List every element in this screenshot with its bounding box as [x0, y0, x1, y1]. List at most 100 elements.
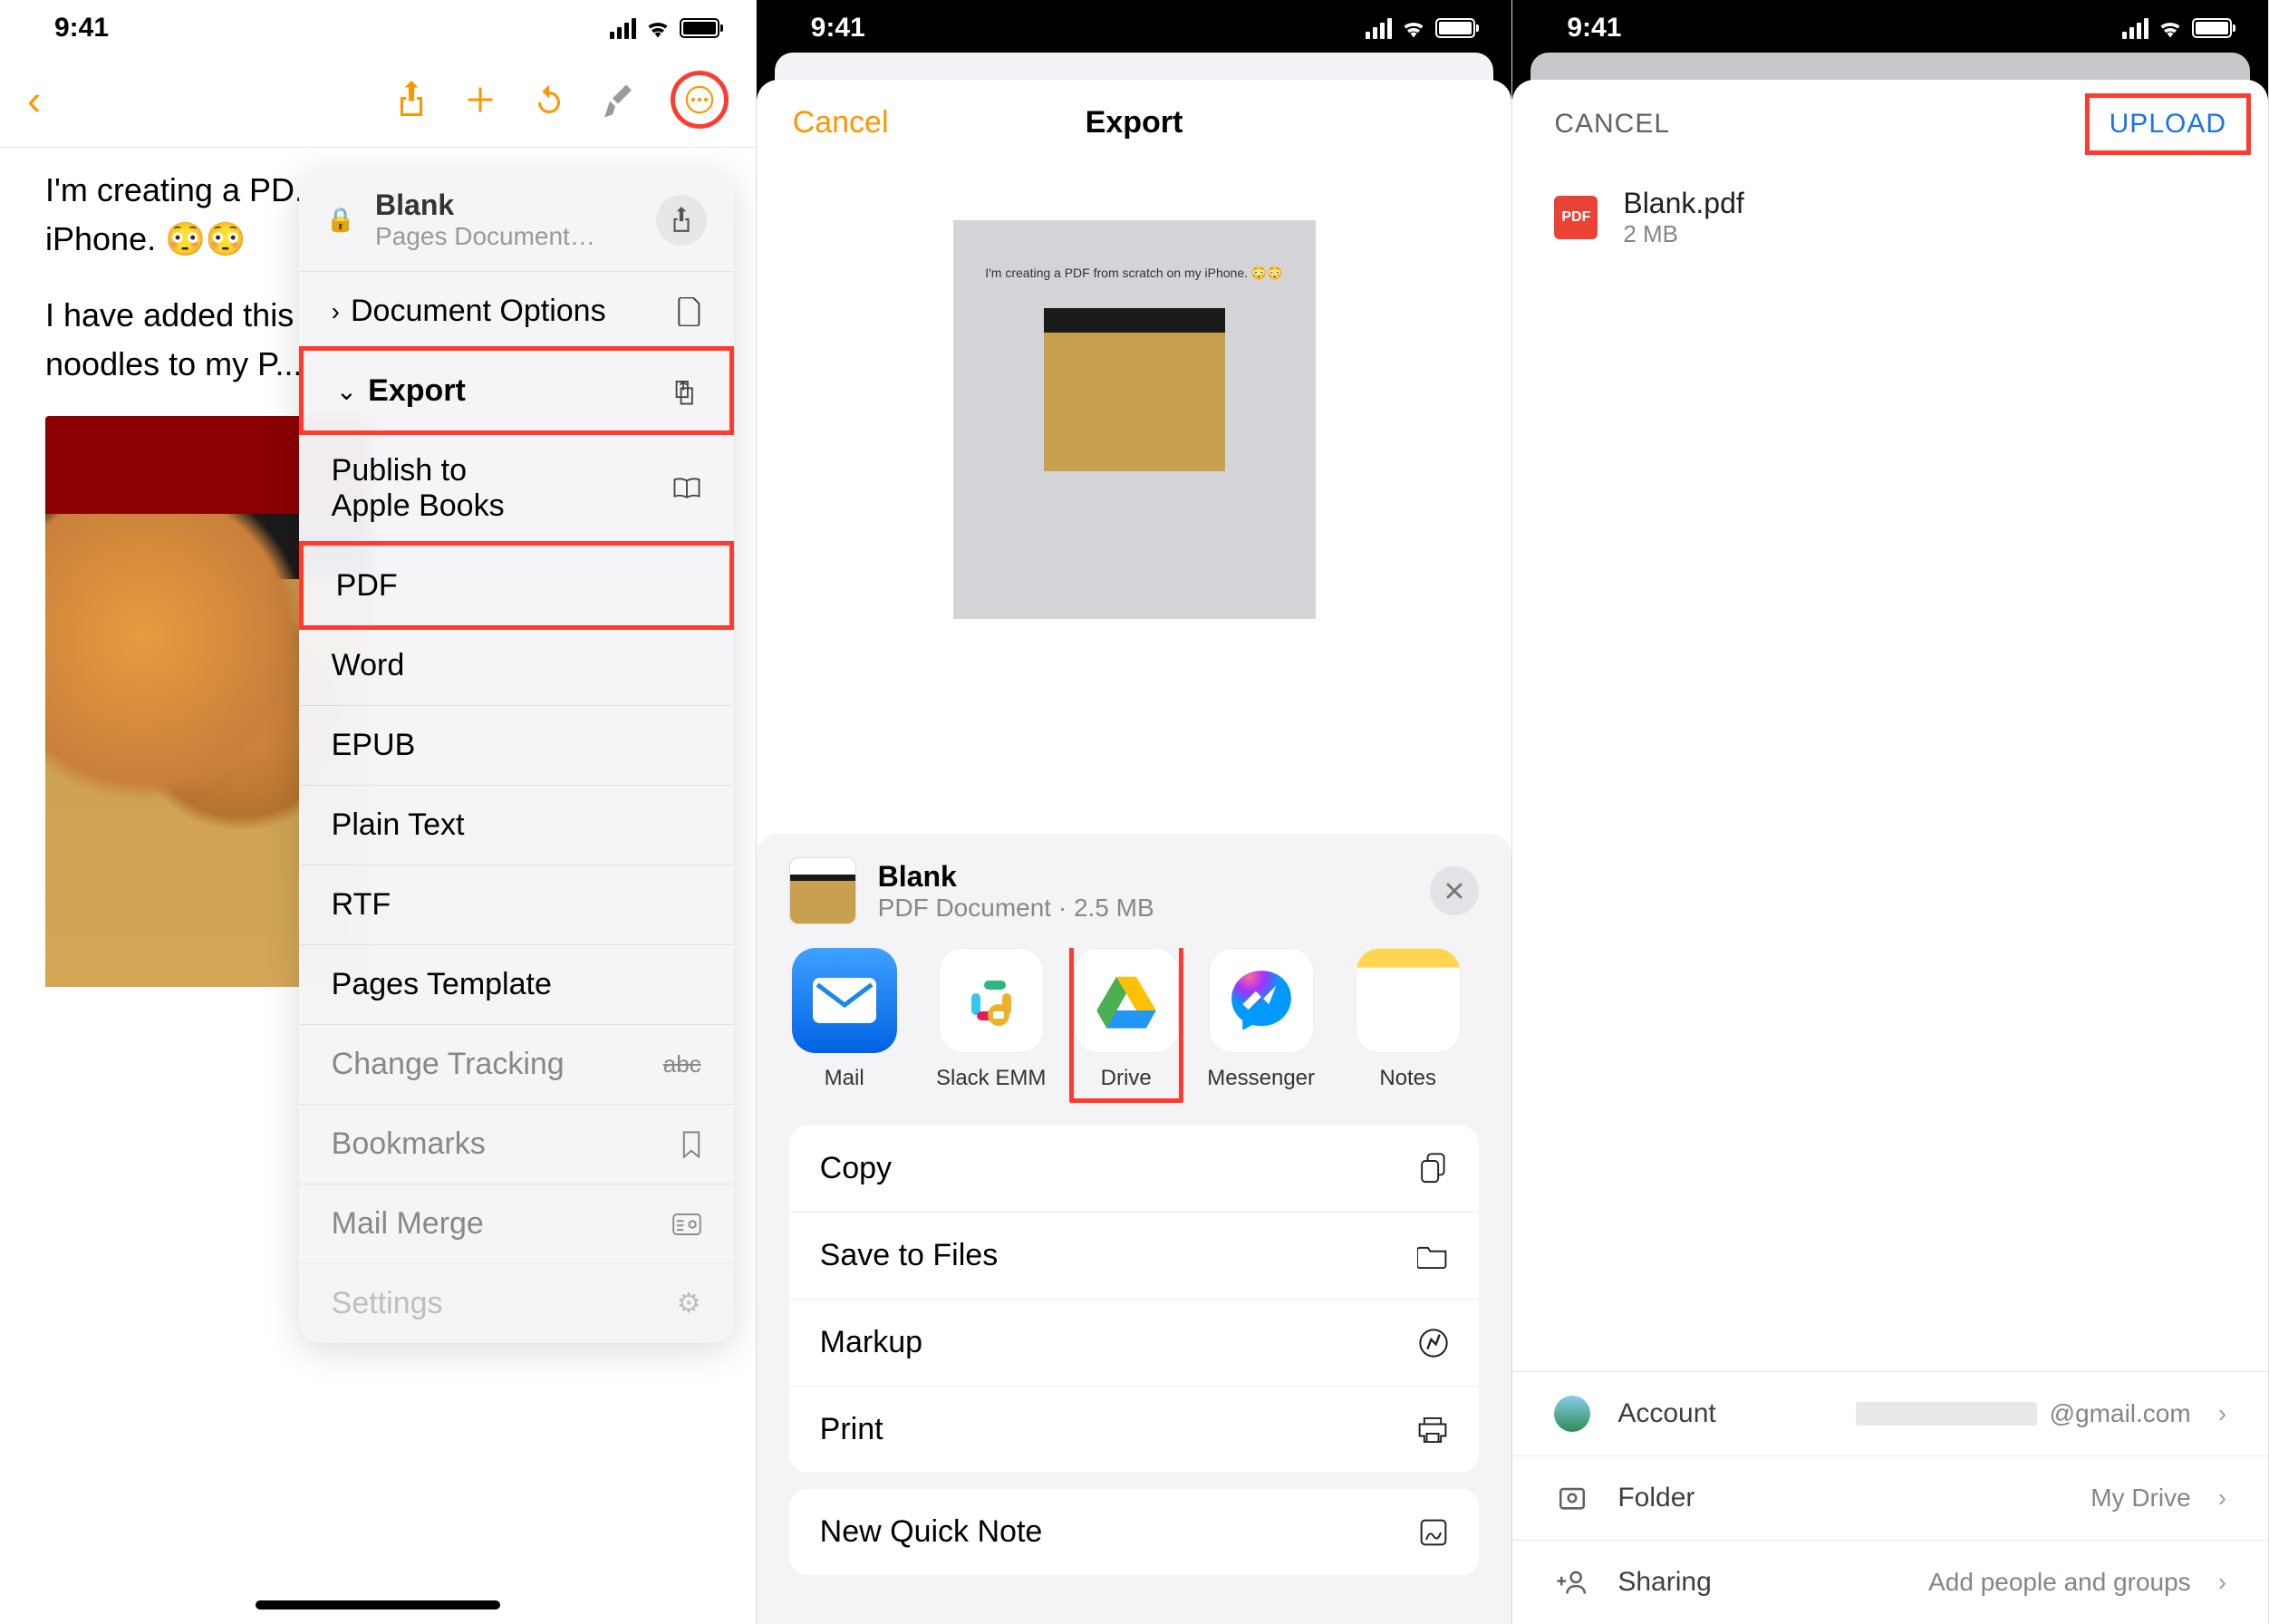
strikethrough-icon: abc	[663, 1050, 701, 1078]
status-bar: 9:41	[757, 0, 1512, 53]
action-copy[interactable]: Copy	[789, 1126, 1480, 1213]
share-thumbnail	[789, 857, 856, 924]
mail-icon	[792, 948, 897, 1053]
export-sheet-header: Cancel Export	[757, 80, 1512, 166]
menu-export-pages-template[interactable]: Pages Template	[299, 944, 734, 1024]
mail-merge-icon	[672, 1213, 701, 1236]
export-preview: I'm creating a PDF from scratch on my iP…	[953, 220, 1316, 619]
menu-settings[interactable]: Settings ⚙	[299, 1263, 734, 1343]
menu-bookmarks[interactable]: Bookmarks	[299, 1104, 734, 1184]
bookmark-icon	[681, 1131, 701, 1158]
chevron-right-icon: ›	[2218, 1568, 2226, 1597]
share-actions-list: Copy Save to Files Markup	[789, 1126, 1480, 1473]
menu-export-rtf[interactable]: RTF	[299, 865, 734, 944]
notes-icon	[1356, 948, 1461, 1053]
menu-export-pdf[interactable]: PDF	[304, 546, 729, 625]
status-time: 9:41	[811, 13, 865, 44]
share-app-drive[interactable]: Drive	[1069, 948, 1183, 1103]
status-bar: 9:41	[0, 0, 756, 53]
redacted-email	[1856, 1402, 2037, 1426]
upload-file-row[interactable]: PDF Blank.pdf 2 MB	[1512, 169, 2268, 266]
pages-toolbar: ‹	[0, 53, 756, 148]
export-title: Export	[1086, 105, 1183, 140]
add-icon[interactable]	[464, 83, 497, 116]
status-icons	[610, 18, 719, 39]
battery-icon	[2192, 18, 2232, 38]
menu-publish-apple-books[interactable]: Publish to Apple Books	[299, 430, 734, 546]
menu-document-options[interactable]: › Document Options	[299, 271, 734, 351]
share-app-mail[interactable]: Mail	[787, 948, 902, 1091]
folder-outline-icon	[1554, 1480, 1590, 1516]
cancel-button[interactable]: CANCEL	[1554, 109, 1670, 140]
screen-drive-upload: 9:41 CANCEL UPLOAD PDF Blank.pdf 2 MB	[1512, 0, 2269, 1624]
preview-image	[1044, 308, 1225, 471]
status-time: 9:41	[1567, 13, 1621, 44]
dropdown-doc-type: Pages Document…	[375, 222, 636, 251]
dropdown-doc-name: Blank	[375, 188, 636, 222]
document-icon	[678, 297, 701, 326]
folder-value: My Drive	[2090, 1484, 2190, 1513]
book-icon	[672, 477, 701, 500]
menu-mail-merge[interactable]: Mail Merge	[299, 1184, 734, 1263]
battery-icon	[680, 18, 719, 38]
drive-account-row[interactable]: Account @gmail.com ›	[1512, 1371, 2268, 1455]
copy-icon	[1419, 1153, 1448, 1185]
chevron-down-icon: ⌄	[336, 376, 357, 406]
share-file-name: Blank	[878, 860, 1409, 894]
upload-button[interactable]: UPLOAD	[2110, 109, 2226, 139]
drive-folder-row[interactable]: Folder My Drive ›	[1512, 1455, 2268, 1540]
action-new-quick-note[interactable]: New Quick Note	[789, 1489, 1480, 1575]
share-actions-list-2: New Quick Note	[789, 1489, 1480, 1575]
quick-note-icon	[1419, 1518, 1448, 1547]
close-button[interactable]	[1430, 866, 1479, 915]
folder-icon	[1417, 1243, 1448, 1269]
account-email-value: @gmail.com	[1856, 1399, 2191, 1428]
action-save-to-files[interactable]: Save to Files	[789, 1213, 1480, 1300]
drive-icon	[1074, 948, 1179, 1053]
status-icons	[1366, 18, 1475, 39]
cancel-button[interactable]: Cancel	[793, 105, 889, 140]
share-app-notes[interactable]: Notes	[1351, 948, 1465, 1091]
drive-sharing-row[interactable]: Sharing Add people and groups ›	[1512, 1540, 2268, 1624]
print-icon	[1417, 1416, 1448, 1445]
markup-icon	[1419, 1329, 1448, 1358]
more-button[interactable]	[671, 71, 729, 129]
screen-export-share-sheet: 9:41 Cancel Export I'm creating a PDF fr…	[757, 0, 1513, 1624]
account-avatar-icon	[1554, 1396, 1590, 1432]
chevron-right-icon: ›	[2218, 1399, 2226, 1428]
wifi-icon	[645, 18, 671, 38]
export-icon	[670, 377, 697, 406]
share-app-messenger[interactable]: Messenger	[1204, 948, 1318, 1091]
menu-export-epub[interactable]: EPUB	[299, 705, 734, 785]
gear-icon: ⚙	[677, 1288, 701, 1320]
menu-export-word[interactable]: Word	[299, 625, 734, 705]
status-bar: 9:41	[1512, 0, 2268, 53]
wifi-icon	[1401, 18, 1426, 38]
undo-icon[interactable]	[533, 83, 565, 116]
dropdown-header: 🔒 Blank Pages Document…	[299, 169, 734, 271]
drive-upload-header: CANCEL UPLOAD	[1512, 80, 2268, 169]
wifi-icon	[2158, 18, 2183, 38]
share-app-slack[interactable]: Slack EMM	[934, 948, 1048, 1091]
battery-icon	[1435, 18, 1475, 38]
chevron-right-icon: ›	[332, 297, 340, 326]
brush-icon[interactable]	[602, 82, 634, 118]
menu-export-plain-text[interactable]: Plain Text	[299, 785, 734, 865]
sharing-value: Add people and groups	[1928, 1568, 2191, 1597]
dropdown-share-button[interactable]	[656, 195, 707, 246]
menu-change-tracking[interactable]: Change Tracking abc	[299, 1024, 734, 1104]
chevron-right-icon: ›	[2218, 1484, 2226, 1513]
upload-button-highlight: UPLOAD	[2085, 93, 2251, 155]
share-icon[interactable]	[395, 81, 428, 119]
status-icons	[2122, 18, 2232, 39]
status-time: 9:41	[54, 13, 109, 44]
upload-file-size: 2 MB	[1623, 220, 2226, 248]
home-indicator[interactable]	[256, 1600, 500, 1610]
slack-icon	[939, 948, 1044, 1053]
action-markup[interactable]: Markup	[789, 1300, 1480, 1387]
menu-export[interactable]: ⌄ Export	[304, 351, 729, 430]
back-button[interactable]: ‹	[27, 75, 41, 124]
share-file-meta: PDF Document · 2.5 MB	[878, 894, 1409, 923]
upload-file-name: Blank.pdf	[1623, 187, 2226, 220]
action-print[interactable]: Print	[789, 1387, 1480, 1473]
